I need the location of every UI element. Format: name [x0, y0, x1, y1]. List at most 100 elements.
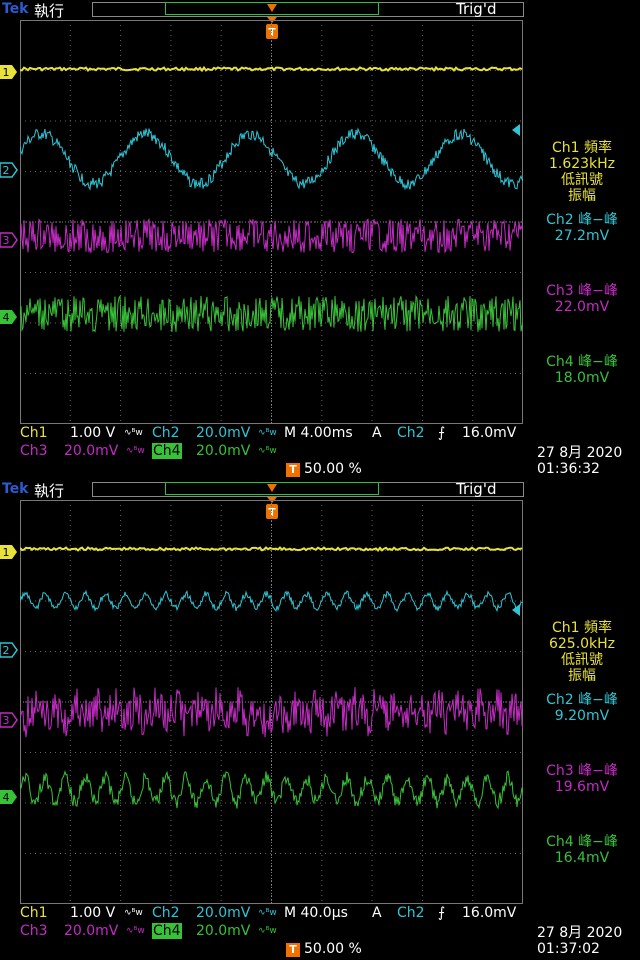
ch1-measurement: Ch1 頻率 1.623kHz 低訊號 振幅: [524, 140, 640, 204]
ch2-measurement-value: 27.2mV: [554, 228, 610, 244]
ch3-ground-marker: 3: [0, 712, 18, 728]
svg-text:4: 4: [3, 311, 10, 324]
date-time: 27 8月 2020 01:36:32: [537, 445, 622, 477]
svg-text:2: 2: [3, 644, 10, 657]
ch2-scale: 20.0mV: [196, 905, 251, 921]
ch3-label: Ch3: [20, 923, 48, 939]
trigger-mode: A: [372, 905, 382, 921]
ch1-measurement-note1: 低訊號: [561, 172, 603, 188]
ch4-ground-marker: 4: [0, 310, 17, 324]
ch1-measurement-note2: 振幅: [568, 668, 596, 684]
ch1-ground-marker: 1: [0, 65, 17, 79]
timebase: M 4.00ms: [284, 425, 353, 441]
ch1-measurement-note1: 低訊號: [561, 652, 603, 668]
ch1-measurement-label: Ch1 頻率: [551, 620, 612, 636]
ch3-measurement: Ch3 峰−峰 22.0mV: [524, 283, 640, 315]
ch3-measurement-label: Ch3 峰−峰: [546, 283, 618, 299]
ch1-measurement: Ch1 頻率 625.0kHz 低訊號 振幅: [524, 620, 640, 684]
ch3-ground-marker: 3: [0, 232, 18, 248]
ch2-scale: 20.0mV: [196, 425, 251, 441]
readout-line-1: Ch1 1.00 V ∿ᴮw Ch2 20.0mV ∿ᴮw M 4.00ms A…: [0, 425, 640, 443]
ch2-measurement: Ch2 峰−峰 9.20mV: [524, 692, 640, 724]
ch1-bw-icon: ∿ᴮw: [124, 908, 143, 918]
acquisition-mode: 執行: [34, 482, 65, 500]
svg-text:4: 4: [3, 791, 10, 804]
ch4-scale: 20.0mV: [196, 443, 251, 459]
ch1-label: Ch1: [20, 905, 48, 921]
ch3-waveform: [20, 687, 523, 738]
svg-text:1: 1: [3, 66, 10, 79]
date-time: 27 8月 2020 01:37:02: [537, 925, 622, 957]
ch1-label: Ch1: [20, 425, 48, 441]
ch3-measurement-value: 19.6mV: [554, 779, 610, 795]
readout-line-1: Ch1 1.00 V ∿ᴮw Ch2 20.0mV ∿ᴮw M 40.0µs A…: [0, 905, 640, 923]
trigger-mode: A: [372, 425, 382, 441]
trigger-position-icon: T: [286, 943, 300, 957]
ch4-measurement-value: 18.0mV: [554, 370, 610, 386]
svg-text:3: 3: [3, 714, 10, 727]
trigger-source: Ch2: [397, 425, 425, 441]
ch1-scale: 1.00 V: [70, 905, 116, 921]
trigger-slope-icon: ⨍: [438, 425, 446, 441]
top-status-bar: Tek 執行 Trig'd: [0, 480, 640, 500]
ch1-bw-icon: ∿ᴮw: [124, 428, 143, 438]
trigger-level: 16.0mV: [462, 905, 517, 921]
ch2-label: Ch2: [152, 425, 180, 441]
ch3-measurement-label: Ch3 峰−峰: [546, 763, 618, 779]
scope-screen-2: Tek 執行 Trig'd T 1 2 3 4 Ch1 頻率 625.0kHz …: [0, 480, 640, 960]
trigger-position-percent: 50.00 %: [304, 941, 362, 957]
ch1-measurement-value: 625.0kHz: [548, 636, 616, 652]
time: 01:37:02: [537, 941, 600, 957]
brand-logo: Tek: [2, 481, 29, 497]
trigger-position-icon: T: [286, 463, 300, 477]
ch4-label: Ch4: [152, 923, 182, 939]
ch1-scale: 1.00 V: [70, 425, 116, 441]
acquisition-mode: 執行: [34, 2, 65, 20]
timebase: M 40.0µs: [284, 905, 348, 921]
svg-text:3: 3: [3, 234, 10, 247]
graticule-grid: [20, 20, 523, 424]
date: 27 8月 2020: [537, 445, 623, 461]
top-status-bar: Tek 執行 Trig'd: [0, 0, 640, 20]
ch4-measurement: Ch4 峰−峰 16.4mV: [524, 834, 640, 866]
ch2-ground-marker: 2: [0, 642, 18, 658]
ch2-bw-icon: ∿ᴮw: [258, 428, 277, 438]
ch4-measurement-value: 16.4mV: [554, 850, 610, 866]
ch3-label: Ch3: [20, 443, 48, 459]
ch1-ground-marker: 1: [0, 545, 17, 559]
ch3-scale: 20.0mV: [64, 443, 119, 459]
time: 01:36:32: [537, 461, 600, 477]
ch2-measurement-label: Ch2 峰−峰: [546, 692, 618, 708]
ch1-measurement-value: 1.623kHz: [548, 156, 616, 172]
trigger-source: Ch2: [397, 905, 425, 921]
ch3-bw-icon: ∿ᴮw: [126, 446, 145, 456]
brand-logo: Tek: [2, 1, 29, 17]
ch4-measurement-label: Ch4 峰−峰: [546, 354, 618, 370]
ch2-measurement-label: Ch2 峰−峰: [546, 212, 618, 228]
trigger-status: Trig'd: [456, 480, 497, 498]
svg-text:1: 1: [3, 546, 10, 559]
ch2-measurement: Ch2 峰−峰 27.2mV: [524, 212, 640, 244]
trigger-level-marker: [512, 124, 520, 136]
date: 27 8月 2020: [537, 925, 623, 941]
ch2-bw-icon: ∿ᴮw: [258, 908, 277, 918]
ch3-measurement: Ch3 峰−峰 19.6mV: [524, 763, 640, 795]
ch1-measurement-note2: 振幅: [568, 188, 596, 204]
ch2-ground-marker: 2: [0, 162, 18, 178]
ch4-measurement-label: Ch4 峰−峰: [546, 834, 618, 850]
waveform-graticule: [20, 500, 523, 904]
scope-screen-1: Tek 執行 Trig'd T 1 2 3 4 Ch1 頻率 1.623kHz …: [0, 0, 640, 480]
trigger-slope-icon: ⨍: [438, 905, 446, 921]
trigger-position-percent: 50.00 %: [304, 461, 362, 477]
ch4-bw-icon: ∿ᴮw: [258, 926, 277, 936]
trigger-level: 16.0mV: [462, 425, 517, 441]
ch3-waveform: [20, 218, 523, 254]
ch4-ground-marker: 4: [0, 790, 17, 804]
ch2-label: Ch2: [152, 905, 180, 921]
trigger-level-marker: [512, 604, 520, 616]
ch2-measurement-value: 9.20mV: [554, 708, 610, 724]
ch4-label: Ch4: [152, 443, 182, 459]
ch3-scale: 20.0mV: [64, 923, 119, 939]
ch3-bw-icon: ∿ᴮw: [126, 926, 145, 936]
ch1-measurement-label: Ch1 頻率: [551, 140, 612, 156]
